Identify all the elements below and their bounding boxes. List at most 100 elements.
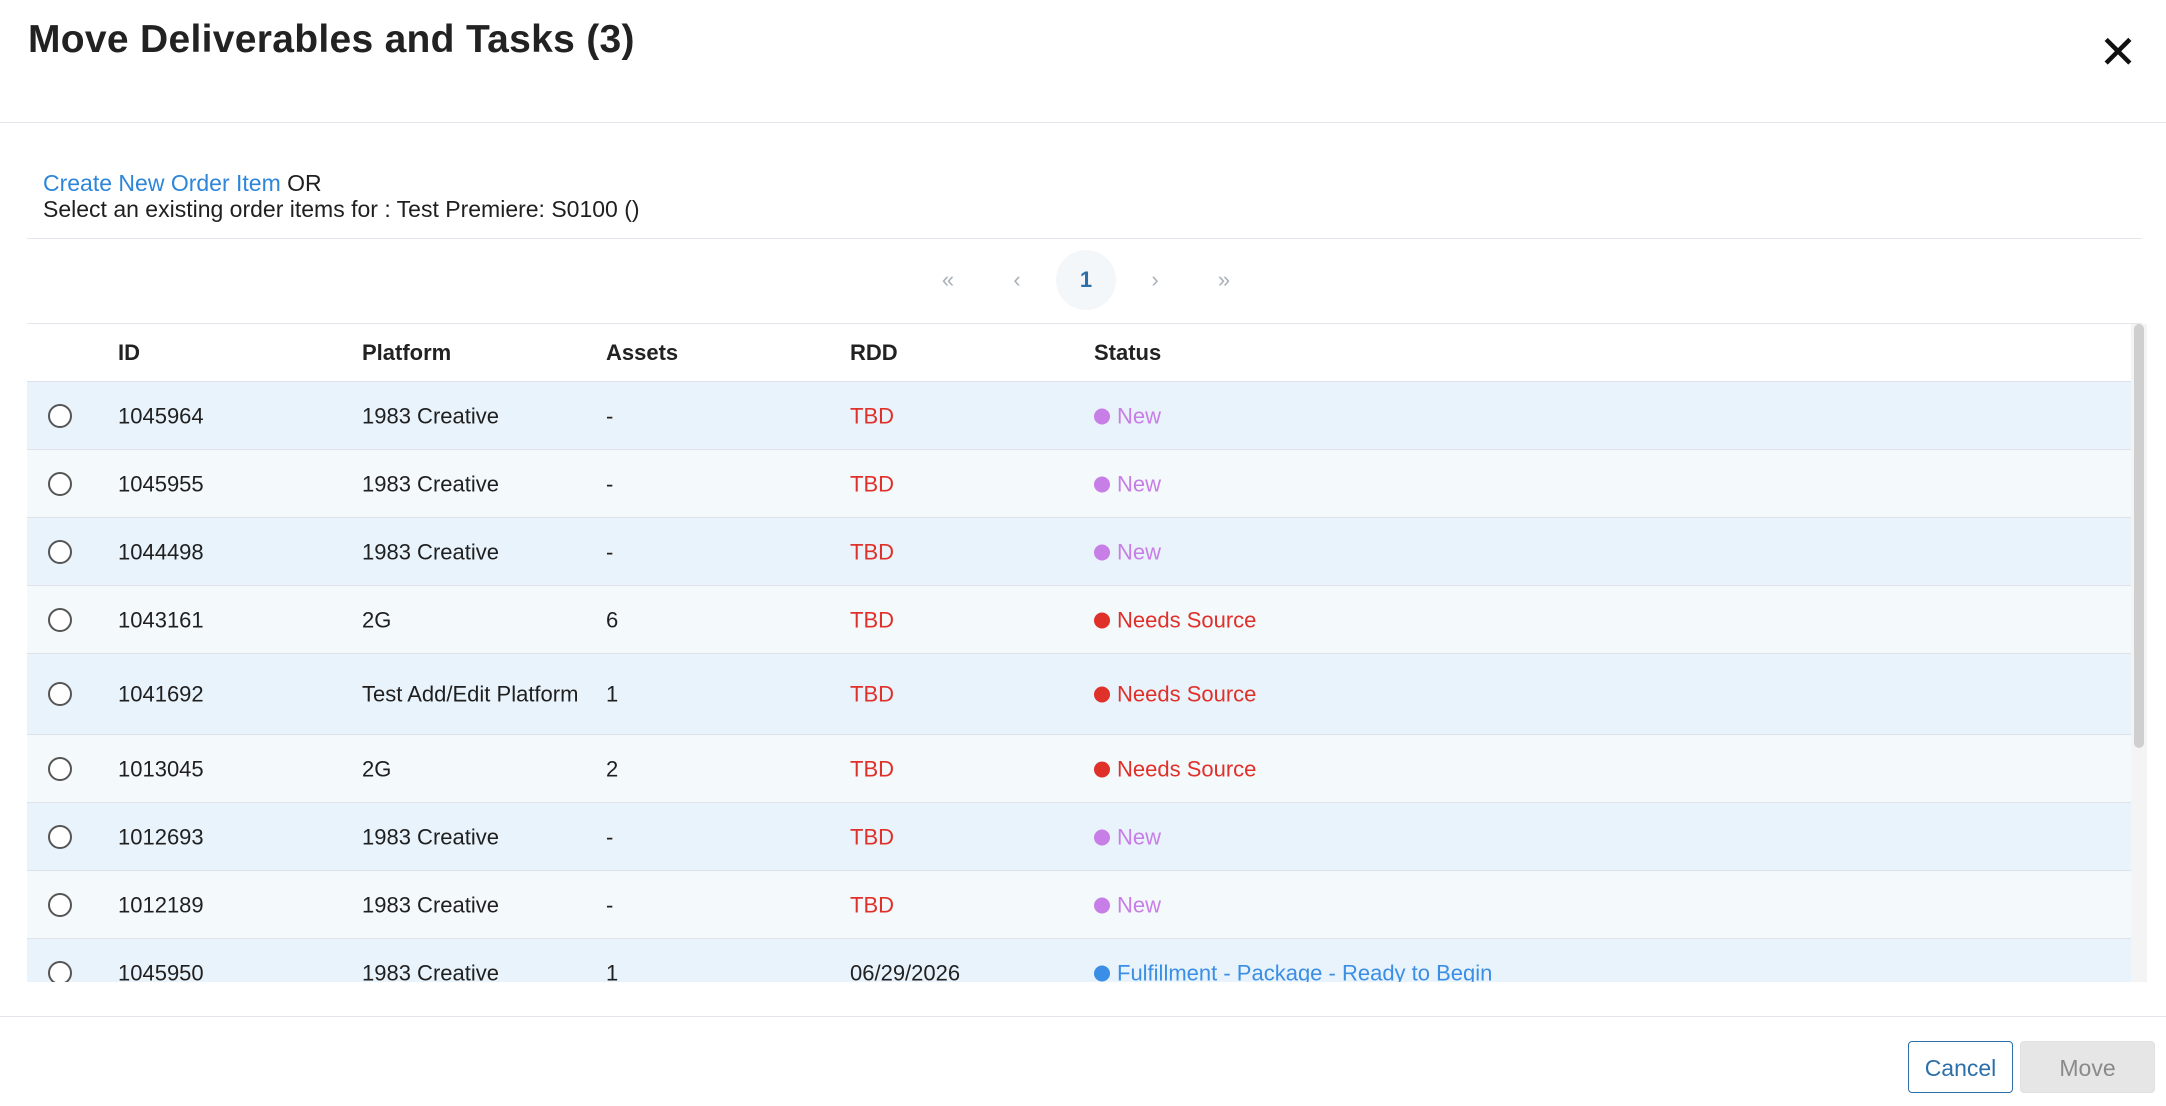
row-platform: 2G (362, 756, 392, 781)
intro-text: Create New Order Item OR Select an exist… (43, 170, 640, 222)
row-status: Needs Source (1094, 756, 1256, 781)
dialog-header: Move Deliverables and Tasks (3) ✕ (0, 0, 2166, 123)
row-rdd: TBD (850, 756, 894, 781)
row-rdd: TBD (850, 403, 894, 428)
table-row[interactable]: 1013045 2G 2 TBD Needs Source (27, 735, 2131, 803)
row-id: 1045950 (118, 960, 204, 982)
row-assets: 2 (606, 756, 619, 781)
row-rdd: TBD (850, 471, 894, 496)
status-dot-icon (1094, 897, 1110, 913)
row-select-radio[interactable] (48, 539, 72, 564)
status-dot-icon (1094, 476, 1110, 492)
or-label: OR (287, 170, 322, 196)
row-rdd: TBD (850, 681, 894, 707)
footer-divider (0, 1016, 2166, 1017)
row-select-radio[interactable] (48, 756, 72, 781)
row-platform: 1983 Creative (362, 403, 499, 428)
page-1-button[interactable]: 1 (1056, 250, 1116, 310)
table-header: ID Platform Assets RDD Status (27, 324, 2131, 382)
row-platform: 1983 Creative (362, 892, 499, 917)
next-page-button[interactable]: › (1125, 250, 1185, 310)
status-label: New (1117, 892, 1162, 917)
row-status: Needs Source (1094, 607, 1256, 632)
row-assets: - (606, 471, 614, 496)
status-dot-icon (1094, 761, 1110, 777)
row-select-radio[interactable] (48, 682, 72, 706)
row-status: Fulfillment - Package - Ready to Begin (1094, 960, 1492, 982)
row-id: 1012693 (118, 824, 204, 849)
table-row[interactable]: 1045950 1983 Creative 1 06/29/2026 Fulfillme… (27, 939, 2131, 982)
order-items-table: ID Platform Assets RDD Status 1045964 198… (27, 324, 2131, 982)
row-status: New (1094, 824, 1161, 849)
status-label: New (1117, 824, 1162, 849)
move-dialog: Move Deliverables and Tasks (3) ✕ Create… (0, 0, 2166, 1106)
status-dot-icon (1094, 965, 1110, 981)
row-status: New (1094, 403, 1161, 428)
row-select-radio[interactable] (48, 892, 72, 917)
table-row[interactable]: 1012693 1983 Creative - TBD New (27, 803, 2131, 871)
row-assets: - (606, 824, 614, 849)
status-dot-icon (1094, 544, 1110, 560)
prev-page-button[interactable]: ‹ (987, 250, 1047, 310)
divider (27, 238, 2142, 239)
row-assets: - (606, 539, 614, 564)
move-button[interactable]: Move (2020, 1041, 2155, 1093)
cancel-button[interactable]: Cancel (1908, 1041, 2013, 1093)
row-status: Needs Source (1094, 682, 1256, 707)
row-platform: 1983 Creative (362, 824, 499, 849)
table-row[interactable]: 1044498 1983 Creative - TBD New (27, 518, 2131, 586)
row-assets: 6 (606, 607, 619, 632)
column-header-platform: Platform (362, 340, 452, 365)
column-header-rdd: RDD (850, 340, 898, 365)
dialog-title: Move Deliverables and Tasks (3) (28, 18, 635, 61)
status-label: New (1117, 471, 1162, 496)
row-select-radio[interactable] (48, 607, 72, 632)
row-select-radio[interactable] (48, 403, 72, 428)
table-row[interactable]: 1045955 1983 Creative - TBD New (27, 450, 2131, 518)
row-id: 1044498 (118, 539, 204, 564)
column-header-id: ID (118, 340, 140, 365)
row-rdd: 06/29/2026 (850, 960, 961, 982)
status-label: New (1117, 539, 1162, 564)
pagination: « ‹ 1 › » (0, 250, 2166, 312)
row-id: 1045964 (118, 403, 204, 428)
close-icon[interactable]: ✕ (2098, 29, 2138, 75)
table-row[interactable]: 1041692 Test Add/Edit Platform 1 TBD Needs S… (27, 654, 2131, 735)
row-id: 1012189 (118, 892, 204, 917)
column-header-assets: Assets (606, 340, 679, 365)
table-scrollbar[interactable] (2131, 324, 2147, 982)
status-label: Needs Source (1117, 756, 1257, 781)
column-header-status: Status (1094, 340, 1162, 365)
last-page-button[interactable]: » (1194, 250, 1254, 310)
table-row[interactable]: 1045964 1983 Creative - TBD New (27, 382, 2131, 450)
select-existing-label: Select an existing order items for : Tes… (43, 196, 640, 222)
row-platform: 1983 Creative (362, 960, 499, 982)
status-dot-icon (1094, 408, 1110, 424)
status-label: Fulfillment - Package - Ready to Begin (1117, 960, 1493, 982)
table-row[interactable]: 1012189 1983 Creative - TBD New (27, 871, 2131, 939)
status-dot-icon (1094, 612, 1110, 628)
first-page-button[interactable]: « (918, 250, 978, 310)
row-assets: 1 (606, 681, 619, 707)
row-id: 1041692 (118, 681, 204, 707)
scrollbar-thumb[interactable] (2134, 324, 2144, 748)
row-platform: Test Add/Edit Platform (362, 681, 579, 707)
row-rdd: TBD (850, 607, 894, 632)
row-id: 1045955 (118, 471, 204, 496)
row-platform: 1983 Creative (362, 471, 499, 496)
row-id: 1043161 (118, 607, 204, 632)
table-row[interactable]: 1043161 2G 6 TBD Needs Source (27, 586, 2131, 654)
row-status: New (1094, 539, 1161, 564)
row-assets: 1 (606, 960, 619, 982)
row-status: New (1094, 471, 1161, 496)
create-new-order-item-link[interactable]: Create New Order Item (43, 170, 281, 196)
row-rdd: TBD (850, 892, 894, 917)
row-platform: 1983 Creative (362, 539, 499, 564)
row-rdd: TBD (850, 539, 894, 564)
row-platform: 2G (362, 607, 392, 632)
status-label: Needs Source (1117, 681, 1257, 707)
row-select-radio[interactable] (48, 960, 72, 982)
row-select-radio[interactable] (48, 824, 72, 849)
row-select-radio[interactable] (48, 471, 72, 496)
row-status: New (1094, 892, 1161, 917)
